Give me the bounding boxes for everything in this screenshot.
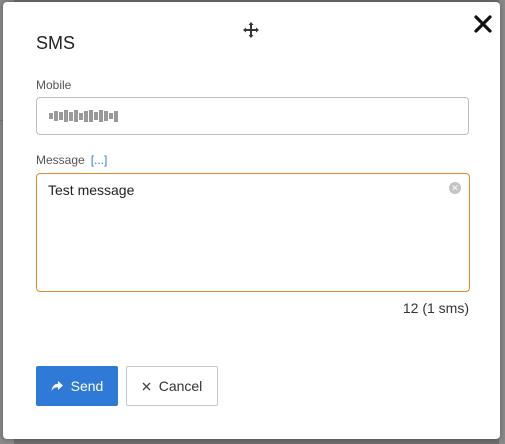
- expand-link[interactable]: [...]: [91, 153, 108, 167]
- message-text: Test message: [48, 182, 135, 198]
- send-button[interactable]: Send: [36, 366, 118, 406]
- mobile-label: Mobile: [36, 78, 72, 92]
- dialog-title: SMS: [36, 33, 76, 53]
- masked-phone-number: [49, 109, 118, 123]
- cancel-button[interactable]: Cancel: [126, 366, 218, 406]
- cancel-label: Cancel: [158, 378, 203, 394]
- mobile-input[interactable]: [36, 97, 469, 135]
- character-counter: 12 (1 sms): [402, 300, 469, 316]
- close-icon[interactable]: [470, 11, 496, 37]
- message-label: Message [...]: [36, 153, 107, 167]
- share-arrow-icon: [51, 381, 63, 391]
- clear-circle-icon[interactable]: ✕: [449, 182, 461, 194]
- close-x-icon: [142, 382, 151, 390]
- message-textarea[interactable]: Test message ✕: [36, 173, 470, 292]
- send-label: Send: [70, 378, 104, 394]
- message-label-text: Message: [36, 153, 85, 167]
- sms-dialog: SMS Mobile Message [...] Test message ✕ 1…: [3, 2, 500, 439]
- move-arrows-icon[interactable]: [242, 21, 260, 39]
